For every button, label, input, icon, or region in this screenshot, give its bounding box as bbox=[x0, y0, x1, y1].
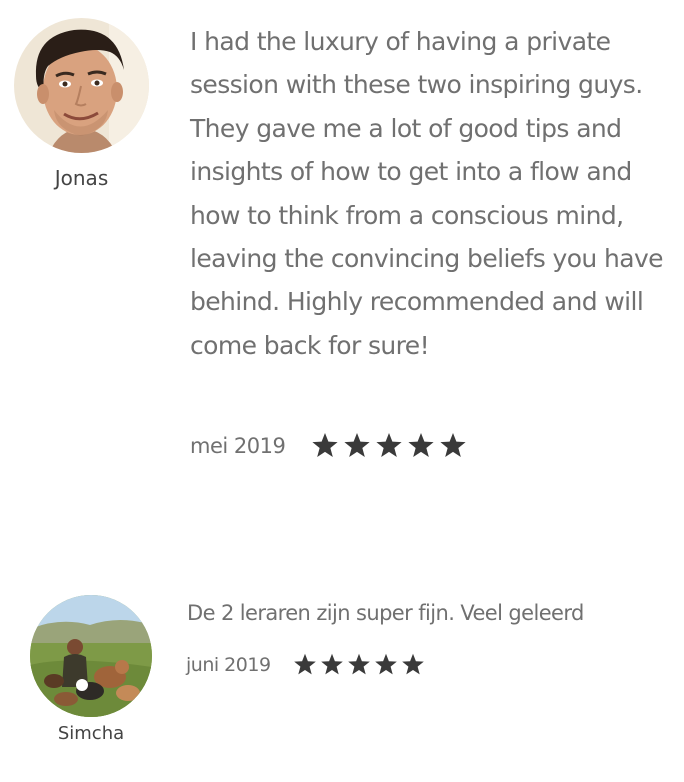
star-icon bbox=[312, 433, 338, 458]
review-meta: juni 2019 bbox=[186, 653, 428, 676]
star-icon bbox=[408, 433, 434, 458]
star-rating bbox=[293, 653, 428, 676]
star-icon bbox=[293, 653, 316, 675]
review-date: juni 2019 bbox=[186, 653, 271, 676]
portrait-photo-icon bbox=[14, 18, 149, 153]
star-icon bbox=[344, 433, 370, 458]
reviewer-name: Jonas bbox=[54, 166, 109, 190]
star-icon bbox=[347, 653, 370, 675]
avatar bbox=[14, 18, 149, 153]
landscape-photo-icon bbox=[30, 595, 152, 717]
star-rating bbox=[311, 432, 471, 459]
review-date: mei 2019 bbox=[190, 433, 286, 458]
review-card: Jonas I had the luxury of having a priva… bbox=[0, 0, 684, 480]
avatar bbox=[30, 595, 152, 717]
reviewer-name: Simcha bbox=[57, 723, 125, 744]
star-icon bbox=[440, 433, 466, 458]
star-icon bbox=[401, 653, 424, 675]
star-icon bbox=[320, 653, 343, 675]
review-text: De 2 leraren zijn super fijn. Veel gelee… bbox=[187, 601, 584, 625]
review-card: Simcha De 2 leraren zijn super fijn. Vee… bbox=[0, 585, 684, 782]
review-text: I had the luxury of having a private ses… bbox=[190, 27, 664, 360]
star-icon bbox=[374, 653, 397, 675]
review-meta: mei 2019 bbox=[190, 432, 471, 459]
star-icon bbox=[376, 433, 402, 458]
